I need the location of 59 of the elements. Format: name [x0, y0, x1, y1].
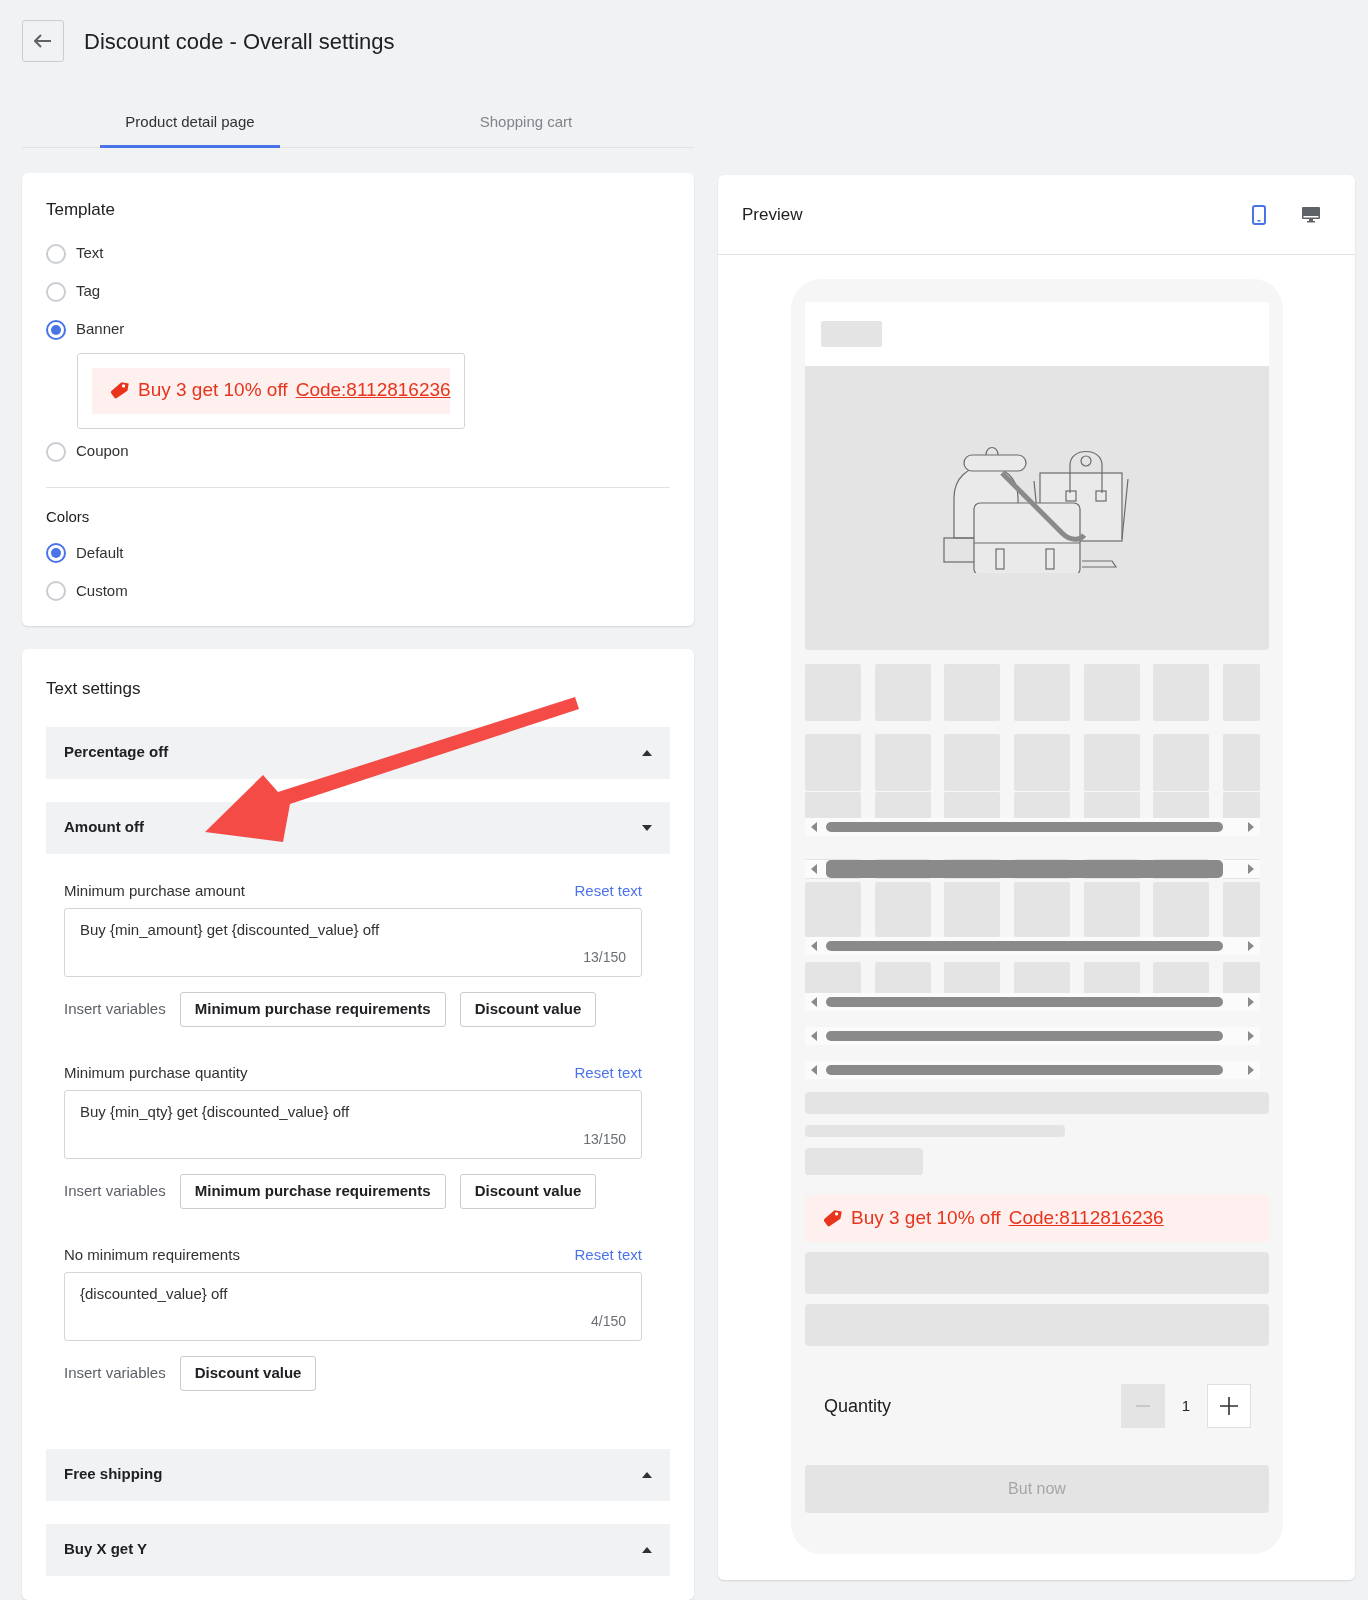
discount-code-link[interactable]: Code:8112816236 — [295, 376, 451, 405]
radio-button[interactable] — [46, 441, 66, 462]
radio-label: Custom — [76, 580, 128, 601]
insert-variable-button[interactable]: Minimum purchase requirements — [179, 1173, 446, 1209]
accordion-header[interactable]: Percentage off — [46, 726, 670, 779]
insert-variable-button[interactable]: Discount value — [459, 1173, 597, 1209]
insert-variable-button[interactable]: Discount value — [459, 991, 597, 1027]
insert-variables-label: Insert variables — [64, 1180, 166, 1201]
monitor-icon — [1302, 205, 1320, 224]
caret-icon — [642, 824, 652, 831]
text-area[interactable]: Buy {min_qty} get {discounted_value} off 13/150 — [64, 1089, 642, 1159]
page-title: Discount code - Overall settings — [84, 27, 395, 56]
radio-button[interactable] — [46, 581, 66, 601]
phone-icon — [1252, 204, 1266, 225]
character-count: 13/150 — [583, 947, 626, 967]
reset-text-link[interactable]: Reset text — [574, 1244, 642, 1267]
section-title: Colors — [46, 506, 91, 527]
plus-icon — [1220, 1397, 1238, 1415]
radio-button[interactable] — [46, 243, 66, 264]
section-title: Text settings — [46, 678, 142, 700]
caret-icon — [642, 1546, 652, 1553]
tab[interactable]: Product detail page — [100, 100, 280, 148]
character-count: 13/150 — [583, 1129, 626, 1149]
reset-text-link[interactable]: Reset text — [574, 880, 642, 903]
radio-button[interactable] — [46, 319, 66, 340]
placeholder-bar — [821, 321, 882, 347]
field-label: Minimum purchase quantity — [64, 1063, 248, 1084]
text-area[interactable]: Buy {min_amount} get {discounted_value} off 13/150 — [64, 907, 642, 977]
radio-label: Tag — [76, 281, 101, 302]
increase-button[interactable] — [1207, 1384, 1251, 1428]
insert-variables-label: Insert variables — [64, 1362, 166, 1383]
back-arrow-icon — [34, 34, 52, 48]
radio-label: Text — [76, 243, 104, 264]
accordion-header[interactable]: Free shipping — [46, 1448, 670, 1501]
text-area[interactable]: {discounted_value} off 4/150 — [64, 1271, 642, 1341]
quantity-value: 1 — [1180, 1395, 1192, 1416]
insert-variable-button[interactable]: Discount value — [179, 1355, 317, 1391]
radio-button[interactable] — [46, 281, 66, 302]
section-title: Template — [46, 199, 116, 221]
discount-code-link[interactable]: Code:8112816236 — [1008, 1204, 1164, 1233]
caret-icon — [642, 1471, 652, 1478]
back-button[interactable] — [22, 20, 64, 62]
preview-title: Preview — [742, 203, 803, 226]
banner-text: Buy 3 get 10% off — [138, 378, 288, 403]
radio-button[interactable] — [46, 543, 66, 563]
insert-variable-button[interactable]: Minimum purchase requirements — [179, 991, 446, 1027]
radio-label: Default — [76, 542, 124, 563]
radio-label: Banner — [76, 319, 125, 340]
banner-text: Buy 3 get 10% off — [851, 1206, 1001, 1231]
field-label: No minimum requirements — [64, 1245, 240, 1266]
quantity-label: Quantity — [824, 1394, 892, 1418]
accordion-header[interactable]: Amount off — [46, 801, 670, 854]
field-label: Minimum purchase amount — [64, 881, 245, 902]
radio-label: Coupon — [76, 441, 129, 462]
accordion-header[interactable]: Buy X get Y — [46, 1523, 670, 1576]
reset-text-link[interactable]: Reset text — [574, 1062, 642, 1085]
insert-variables-label: Insert variables — [64, 998, 166, 1019]
character-count: 4/150 — [590, 1311, 626, 1331]
caret-icon — [642, 749, 652, 756]
